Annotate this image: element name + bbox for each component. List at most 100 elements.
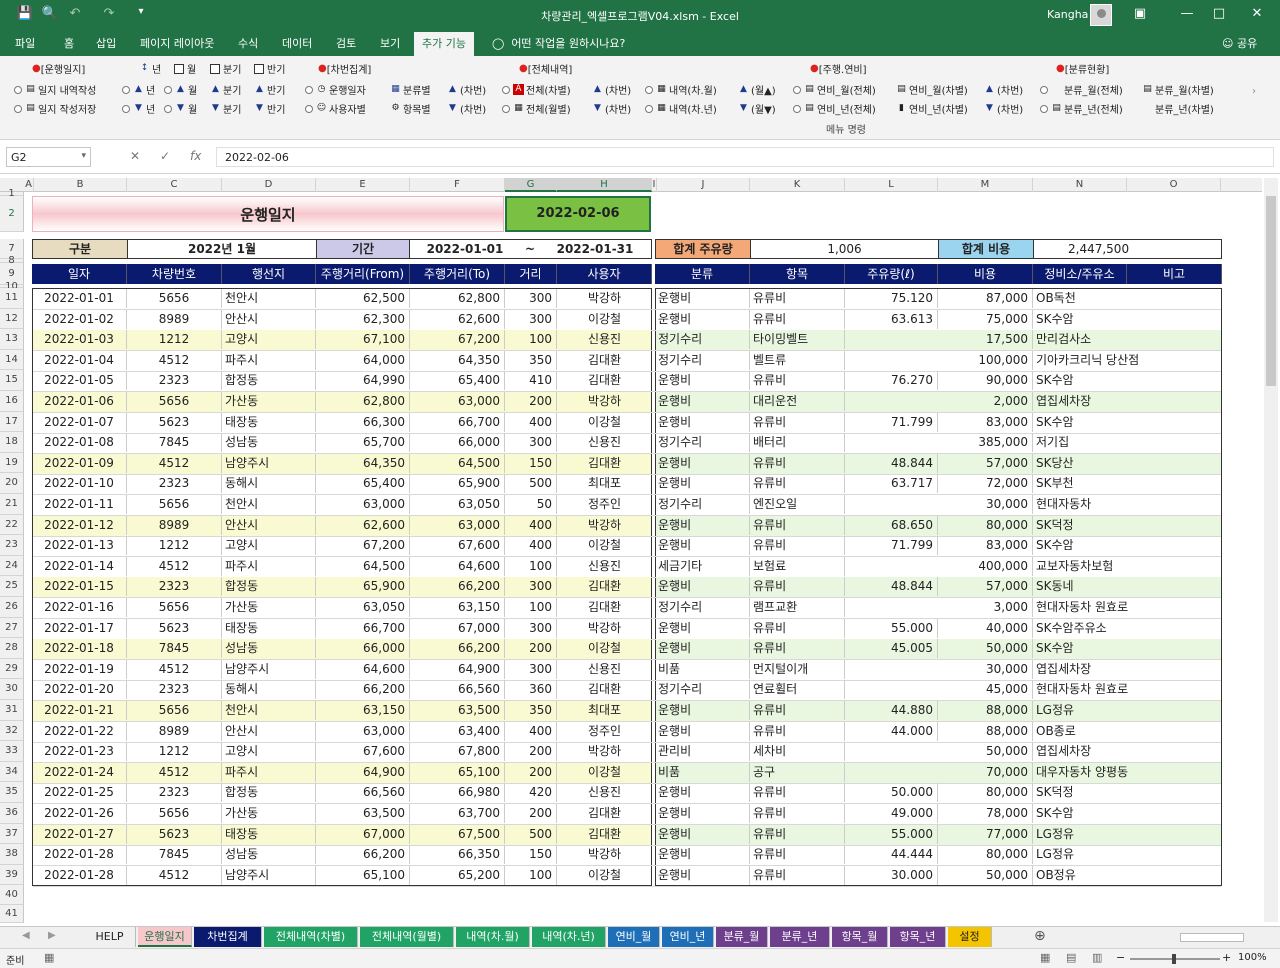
sheet-tab[interactable]: 전체내역(차별) (264, 927, 358, 947)
table-cell[interactable]: OB독천 (1033, 289, 1222, 308)
table-cell[interactable]: 63,000 (410, 392, 505, 411)
tab-insert[interactable]: 삽입 (96, 35, 116, 51)
zoom-out-icon[interactable]: − (1116, 951, 1125, 964)
table-cell[interactable]: 세차비 (750, 742, 845, 762)
table-cell[interactable]: 가산동 (222, 804, 316, 823)
table-cell[interactable]: 64,000 (316, 350, 410, 370)
column-header-n[interactable]: N (1033, 178, 1127, 192)
btn-month-up[interactable]: ▲ 월 (164, 82, 197, 97)
table-cell[interactable]: 기아카크리닉 당산점 (1033, 351, 1222, 370)
table-cell[interactable]: 83,000 (938, 536, 1033, 556)
sheet-tab[interactable]: HELP (84, 927, 136, 947)
table-cell[interactable]: 정기수리 (655, 350, 750, 370)
sheet-tab[interactable]: 차번집계 (194, 927, 262, 947)
table-cell[interactable]: 엽집세차장 (1033, 742, 1222, 761)
table-cell[interactable]: 2022-01-06 (32, 392, 127, 411)
table-cell[interactable]: 운행비 (655, 453, 750, 473)
table-cell[interactable]: 68.650 (845, 515, 938, 535)
table-cell[interactable]: 300 (505, 309, 557, 329)
table-cell[interactable]: 64,500 (316, 556, 410, 576)
row-header[interactable]: 36 (0, 803, 24, 824)
current-date-cell[interactable]: 2022-02-06 (505, 196, 651, 232)
table-cell[interactable]: 현대자동차 (1033, 495, 1222, 514)
row-header[interactable]: 19 (0, 452, 24, 474)
table-cell[interactable]: 남양주시 (222, 865, 316, 885)
table-cell[interactable]: 100,000 (938, 350, 1033, 370)
row-header[interactable]: 14 (0, 349, 24, 371)
sheet-tab[interactable]: 분류_년 (770, 927, 830, 947)
table-cell[interactable]: 김대환 (557, 351, 652, 370)
prev-sheet-icon[interactable]: ◀ (22, 930, 30, 941)
table-cell[interactable]: 최대포 (557, 474, 652, 493)
table-cell[interactable]: 2022-01-19 (32, 659, 127, 679)
tab-add-ins[interactable]: 추가 기능 (414, 32, 474, 56)
table-cell[interactable]: 200 (505, 804, 557, 823)
row-header[interactable]: 22 (0, 514, 24, 536)
sheet-tab[interactable]: 운행일지 (138, 927, 192, 947)
table-cell[interactable]: 파주시 (222, 350, 316, 370)
table-cell[interactable]: 100 (505, 865, 557, 885)
table-cell[interactable]: 66,700 (410, 412, 505, 432)
table-cell[interactable]: SK덕정 (1033, 516, 1222, 535)
table-cell[interactable]: 고양시 (222, 330, 316, 350)
table-cell[interactable]: OB종로 (1033, 722, 1222, 741)
sheet-tab[interactable]: 연비_년 (662, 927, 714, 947)
table-cell[interactable]: 66,200 (410, 577, 505, 597)
table-cell[interactable]: 현대자동차 원효로 (1033, 598, 1222, 617)
table-cell[interactable]: 대우자동차 양평동 (1033, 763, 1222, 782)
enter-icon[interactable]: ✓ (160, 149, 170, 163)
row-header[interactable]: 23 (0, 535, 24, 556)
function-icon[interactable]: fx (190, 149, 201, 163)
share-button[interactable]: ☺ 공유 (1222, 35, 1257, 51)
table-cell[interactable]: 67,200 (316, 536, 410, 556)
table-cell[interactable]: 2022-01-25 (32, 783, 127, 803)
table-cell[interactable]: 천안시 (222, 701, 316, 720)
print-preview-icon[interactable]: 🔍 (41, 6, 59, 21)
table-cell[interactable]: 고양시 (222, 742, 316, 762)
table-cell[interactable]: 63,150 (316, 701, 410, 720)
table-cell[interactable]: 유류비 (750, 804, 845, 823)
table-cell[interactable]: 63.717 (845, 474, 938, 494)
btn-cat-year-car[interactable]: 분류_년(차별) (1142, 101, 1214, 116)
table-cell[interactable]: 엽집세차장 (1033, 660, 1222, 679)
table-cell[interactable]: 현대자동차 원효로 (1033, 680, 1222, 699)
column-header-o[interactable]: O (1127, 178, 1221, 192)
table-cell[interactable]: 5656 (127, 804, 222, 823)
table-cell[interactable]: 만리검사소 (1033, 330, 1222, 349)
table-cell[interactable]: 유류비 (750, 536, 845, 556)
table-cell[interactable]: 파주시 (222, 556, 316, 576)
btn-year-down[interactable]: ▼ 년 (122, 101, 155, 116)
btn-year-up[interactable]: ▲ 년 (122, 82, 155, 97)
table-cell[interactable]: 유류비 (750, 721, 845, 741)
table-cell[interactable]: 62,800 (316, 392, 410, 411)
table-cell[interactable]: 정기수리 (655, 495, 750, 514)
table-cell[interactable]: 운행비 (655, 639, 750, 659)
row-header[interactable]: 11 (0, 288, 24, 309)
table-cell[interactable]: 유류비 (750, 515, 845, 535)
btn-run-date[interactable]: ◷ 운행일자 (305, 82, 366, 97)
table-cell[interactable]: 벨트류 (750, 350, 845, 370)
table-cell[interactable]: 300 (505, 433, 557, 453)
table-cell[interactable]: 65,700 (316, 433, 410, 453)
btn-detail-car-month[interactable]: ▦ 내역(차.월) (645, 82, 717, 97)
scroll-thumb[interactable] (1266, 196, 1276, 386)
table-cell[interactable]: 66,560 (410, 680, 505, 700)
row-header[interactable]: 29 (0, 658, 24, 680)
table-cell[interactable]: 64,990 (316, 371, 410, 391)
table-cell[interactable]: 2022-01-01 (32, 289, 127, 308)
table-cell[interactable]: 안산시 (222, 309, 316, 329)
table-cell[interactable]: 30,000 (938, 495, 1033, 514)
table-cell[interactable]: 박강하 (557, 619, 652, 638)
undo-icon[interactable]: ↶ (66, 6, 84, 21)
table-cell[interactable]: 태장동 (222, 618, 316, 638)
table-cell[interactable]: 2022-01-10 (32, 474, 127, 494)
table-cell[interactable]: 성남동 (222, 845, 316, 865)
table-cell[interactable]: 50.000 (845, 783, 938, 803)
table-cell[interactable]: 정주인 (557, 722, 652, 741)
table-cell[interactable]: 63,000 (316, 721, 410, 741)
table-cell[interactable]: 63,700 (410, 804, 505, 823)
table-cell[interactable]: 연료휠터 (750, 680, 845, 700)
table-cell[interactable]: 400 (505, 536, 557, 556)
table-cell[interactable]: 63,000 (316, 495, 410, 514)
table-cell[interactable]: 유류비 (750, 309, 845, 329)
